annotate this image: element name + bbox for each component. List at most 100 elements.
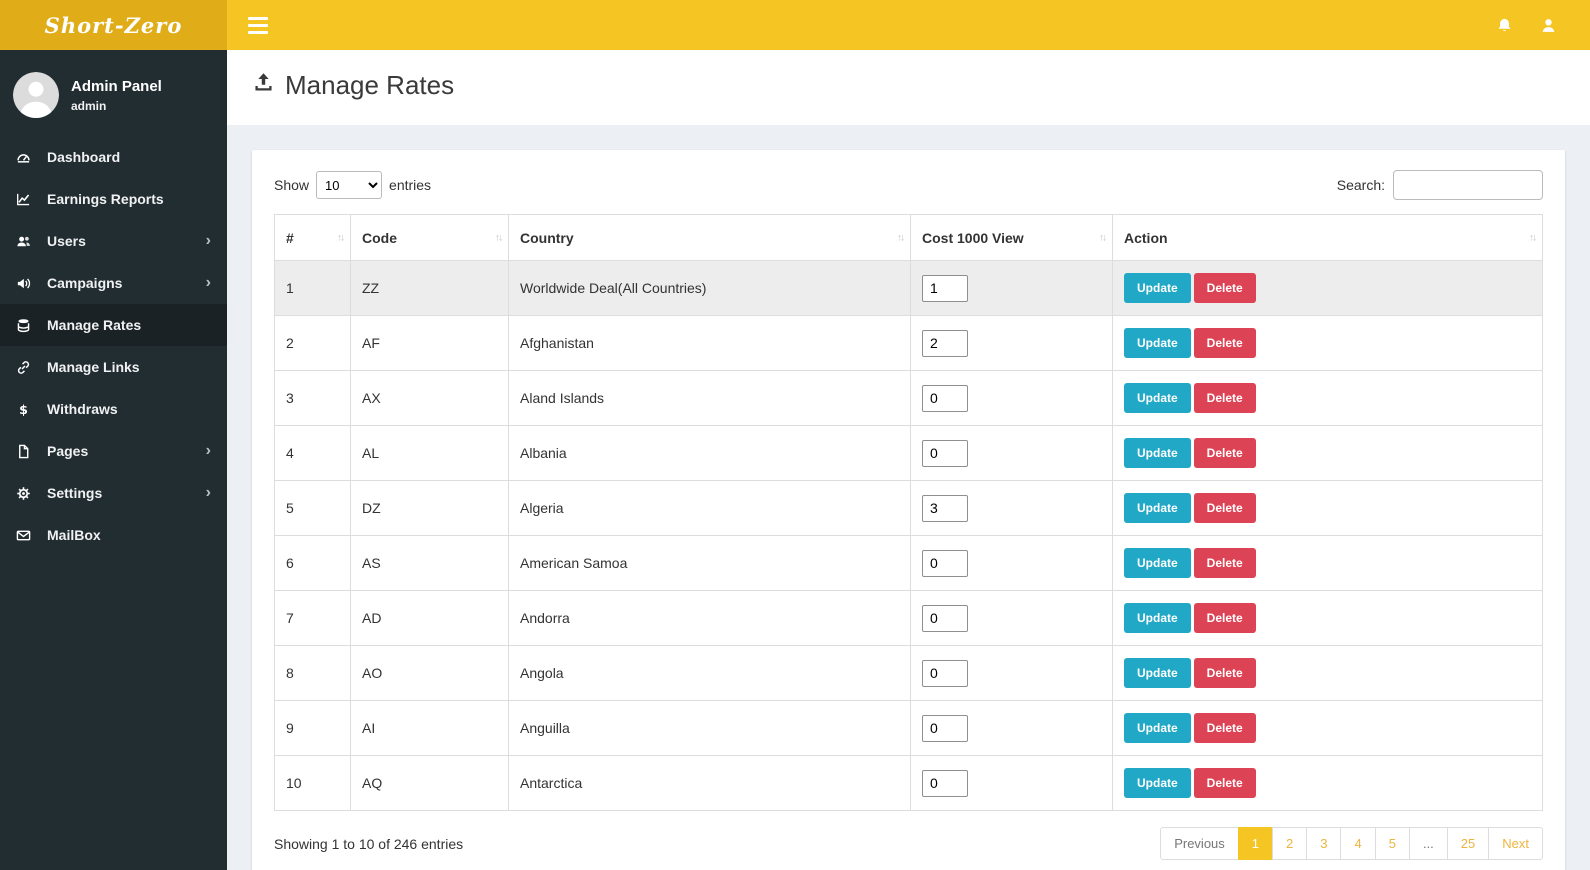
update-button[interactable]: Update: [1124, 768, 1191, 798]
profile-role: admin: [71, 98, 107, 113]
sidebar-item-manage-rates[interactable]: Manage Rates: [0, 304, 227, 346]
table-header-row: # ↑↓ Code ↑↓ Country ↑↓ Cost 1000 View ↑…: [274, 214, 1543, 261]
row-number: 3: [274, 370, 351, 426]
pagination-25[interactable]: 25: [1446, 827, 1490, 860]
sidebar-item-earnings-reports[interactable]: Earnings Reports: [0, 178, 227, 220]
sidebar-item-mailbox[interactable]: MailBox: [0, 514, 227, 556]
pagination-5[interactable]: 5: [1374, 827, 1410, 860]
delete-button[interactable]: Delete: [1193, 328, 1256, 358]
cost-input[interactable]: [922, 714, 968, 742]
sidebar-item-label: Dashboard: [47, 149, 121, 165]
rates-card: Show 10 entries Search: # ↑↓ Code ↑↓ Cou…: [252, 150, 1565, 870]
sidebar-item-campaigns[interactable]: Campaigns ›: [0, 262, 227, 304]
show-label: Show: [274, 177, 310, 193]
delete-button[interactable]: Delete: [1193, 383, 1256, 413]
sort-icon: ↑↓: [495, 232, 503, 243]
action-cell: Update Delete: [1112, 755, 1543, 811]
table-row: 9AIAnguilla UpdateDelete: [274, 700, 1543, 756]
sidebar-item-settings[interactable]: Settings ›: [0, 472, 227, 514]
column-header-action[interactable]: Action ↑↓: [1112, 214, 1543, 261]
pagination-next[interactable]: Next: [1488, 827, 1543, 860]
page-title-text: Manage Rates: [285, 70, 455, 100]
update-button[interactable]: Update: [1124, 603, 1191, 633]
delete-button[interactable]: Delete: [1193, 768, 1256, 798]
column-header-number[interactable]: # ↑↓: [274, 214, 351, 261]
cost-input[interactable]: [922, 604, 968, 632]
cost-cell: [910, 700, 1113, 756]
delete-button[interactable]: Delete: [1193, 438, 1256, 468]
cost-input[interactable]: [922, 329, 968, 357]
sidebar-item-pages[interactable]: Pages ›: [0, 430, 227, 472]
update-button[interactable]: Update: [1124, 658, 1191, 688]
pagination-2[interactable]: 2: [1272, 827, 1308, 860]
cost-input[interactable]: [922, 384, 968, 412]
country-code: ZZ: [350, 260, 509, 316]
country-name: Worldwide Deal(All Countries): [508, 260, 911, 316]
sort-icon: ↑↓: [897, 232, 905, 243]
cost-input[interactable]: [922, 274, 968, 302]
table-row: 7ADAndorra UpdateDelete: [274, 590, 1543, 646]
table-row: 4ALAlbania UpdateDelete: [274, 425, 1543, 481]
country-name: Afghanistan: [508, 315, 911, 371]
sidebar: Admin Panel admin Dashboard Earnings Repo…: [0, 50, 227, 870]
menu-icon[interactable]: [235, 0, 281, 50]
action-cell: Update Delete: [1112, 590, 1543, 646]
table-row: 10AQAntarctica UpdateDelete: [274, 755, 1543, 811]
delete-button[interactable]: Delete: [1193, 603, 1256, 633]
pagination-1[interactable]: 1: [1237, 827, 1274, 860]
bell-icon[interactable]: [1486, 0, 1522, 50]
sidebar-item-withdraws[interactable]: $ Withdraws: [0, 388, 227, 430]
upload-icon: [252, 70, 275, 101]
country-code: AX: [350, 370, 509, 426]
country-code: AD: [350, 590, 509, 646]
entries-select[interactable]: 10: [316, 171, 383, 199]
content-header: Manage Rates: [227, 50, 1590, 125]
users-icon: [16, 234, 39, 249]
cost-input[interactable]: [922, 439, 968, 467]
update-button[interactable]: Update: [1124, 438, 1191, 468]
delete-button[interactable]: Delete: [1193, 658, 1256, 688]
update-button[interactable]: Update: [1124, 493, 1191, 523]
update-button[interactable]: Update: [1124, 713, 1191, 743]
column-header-country[interactable]: Country ↑↓: [508, 214, 911, 261]
chevron-right-icon: ›: [205, 274, 211, 291]
chevron-right-icon: ›: [205, 232, 211, 249]
profile-name: Admin Panel: [71, 77, 162, 95]
update-button[interactable]: Update: [1124, 383, 1191, 413]
row-number: 4: [274, 425, 351, 481]
pagination-3[interactable]: 3: [1306, 827, 1342, 860]
country-name: Andorra: [508, 590, 911, 646]
column-label: Code: [362, 229, 397, 246]
sort-icon: ↑↓: [1099, 232, 1107, 243]
rates-table: # ↑↓ Code ↑↓ Country ↑↓ Cost 1000 View ↑…: [274, 214, 1543, 811]
cost-input[interactable]: [922, 494, 968, 522]
pagination-4[interactable]: 4: [1340, 827, 1376, 860]
logo-text: Short-Zero: [44, 12, 183, 38]
country-code: AF: [350, 315, 509, 371]
cost-input[interactable]: [922, 549, 968, 577]
action-cell: Update Delete: [1112, 645, 1543, 701]
update-button[interactable]: Update: [1124, 548, 1191, 578]
logo[interactable]: Short-Zero: [0, 0, 227, 50]
sidebar-item-users[interactable]: Users ›: [0, 220, 227, 262]
user-icon[interactable]: [1530, 0, 1566, 50]
delete-button[interactable]: Delete: [1193, 548, 1256, 578]
delete-button[interactable]: Delete: [1193, 273, 1256, 303]
sidebar-item-dashboard[interactable]: Dashboard: [0, 136, 227, 178]
column-header-cost[interactable]: Cost 1000 View ↑↓: [910, 214, 1113, 261]
search-input[interactable]: [1393, 170, 1543, 200]
column-header-code[interactable]: Code ↑↓: [350, 214, 509, 261]
cost-input[interactable]: [922, 769, 968, 797]
pagination-previous[interactable]: Previous: [1160, 827, 1239, 860]
sidebar-item-manage-links[interactable]: Manage Links: [0, 346, 227, 388]
delete-button[interactable]: Delete: [1193, 713, 1256, 743]
entries-info: Showing 1 to 10 of 246 entries: [274, 835, 464, 852]
cost-input[interactable]: [922, 659, 968, 687]
delete-button[interactable]: Delete: [1193, 493, 1256, 523]
update-button[interactable]: Update: [1124, 273, 1191, 303]
cost-cell: [910, 480, 1113, 536]
topbar-main: [227, 0, 1590, 50]
column-label: Action: [1124, 229, 1168, 246]
update-button[interactable]: Update: [1124, 328, 1191, 358]
sidebar-item-label: Campaigns: [47, 275, 123, 291]
